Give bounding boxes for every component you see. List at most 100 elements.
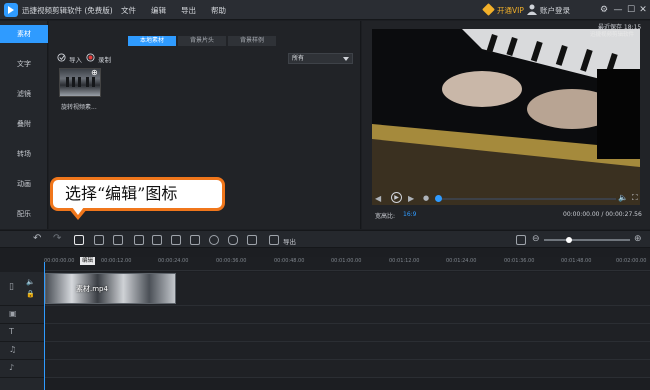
chevron-down-icon bbox=[343, 57, 349, 61]
export-button[interactable]: 导出 bbox=[283, 236, 296, 246]
track-headers: ▯ 🔈 🔒 ▣ T ♫ ♪ bbox=[0, 272, 44, 390]
voiceover-icon[interactable] bbox=[228, 235, 238, 245]
tick-label: 00:00:00.00 bbox=[44, 258, 75, 264]
voice-track-icon: ♪ bbox=[9, 363, 15, 372]
vip-crown-icon bbox=[482, 3, 495, 16]
playhead[interactable] bbox=[44, 262, 45, 390]
mosaic-icon[interactable] bbox=[152, 235, 162, 245]
sidebar: 素材 文字 滤镜 叠附 转场 动画 配乐 bbox=[0, 21, 48, 229]
menu-edit[interactable]: 编辑 bbox=[151, 5, 166, 16]
import-button[interactable]: 导入 bbox=[69, 54, 82, 64]
overlay-track-header: ▣ bbox=[0, 306, 44, 324]
voice-track[interactable] bbox=[44, 360, 650, 378]
app-logo-icon bbox=[4, 3, 18, 17]
maximize-icon[interactable]: ☐ bbox=[625, 4, 637, 16]
tick-label: 00:02:00.00 bbox=[616, 258, 647, 264]
close-icon[interactable]: ✕ bbox=[637, 4, 649, 16]
fit-timeline-icon[interactable] bbox=[516, 235, 526, 245]
time-display: 00:00:00.00 / 00:00:27.56 bbox=[563, 211, 642, 218]
duration-icon[interactable] bbox=[247, 235, 257, 245]
tick-label: 00:01:36.00 bbox=[504, 258, 535, 264]
filter-value: 所有 bbox=[292, 55, 305, 62]
menu-export[interactable]: 导出 bbox=[181, 5, 196, 16]
crop-icon[interactable] bbox=[134, 235, 144, 245]
undo-icon[interactable]: ↶ bbox=[33, 233, 41, 244]
redo-icon[interactable]: ↷ bbox=[53, 233, 61, 244]
zoom-slider-handle[interactable] bbox=[566, 237, 572, 243]
overlay-track[interactable] bbox=[44, 306, 650, 324]
edit-tooltip: 编辑 bbox=[80, 257, 96, 265]
music-track[interactable] bbox=[44, 342, 650, 360]
video-track-header: ▯ 🔈 🔒 bbox=[0, 272, 44, 306]
sidebar-item-filter[interactable]: 滤镜 bbox=[0, 85, 48, 103]
split-icon[interactable] bbox=[94, 235, 104, 245]
tick-label: 00:00:36.00 bbox=[216, 258, 247, 264]
tick-label: 00:00:48.00 bbox=[274, 258, 305, 264]
fullscreen-icon[interactable]: ⛶ bbox=[632, 193, 638, 203]
overlay-track-icon: ▣ bbox=[9, 309, 17, 318]
sidebar-item-media[interactable]: 素材 bbox=[0, 25, 48, 43]
instruction-callout: 选择“编辑”图标 bbox=[50, 177, 225, 211]
zoom-in-icon[interactable]: ⊕ bbox=[634, 234, 642, 244]
sidebar-item-music[interactable]: 配乐 bbox=[0, 205, 48, 223]
user-icon bbox=[527, 4, 537, 15]
mute-icon[interactable]: 🔈 bbox=[26, 278, 35, 286]
edit-icon[interactable] bbox=[74, 235, 84, 245]
tab-intro[interactable]: 背景片头 bbox=[178, 36, 226, 46]
prev-frame-icon[interactable]: ◀ bbox=[375, 194, 381, 203]
stop-icon[interactable]: ● bbox=[423, 194, 429, 202]
volume-icon[interactable]: 🔈 bbox=[618, 193, 628, 202]
record-icon[interactable] bbox=[86, 53, 95, 62]
tick-label: 00:01:12.00 bbox=[389, 258, 420, 264]
callout-pointer-inner bbox=[72, 207, 84, 215]
video-track-icon: ▯ bbox=[9, 282, 14, 292]
zoom-clip-icon[interactable] bbox=[171, 235, 181, 245]
sidebar-item-overlay[interactable]: 叠附 bbox=[0, 115, 48, 133]
tab-samples[interactable]: 背景样例 bbox=[228, 36, 276, 46]
menu-file[interactable]: 文件 bbox=[121, 5, 136, 16]
zoom-out-icon[interactable]: ⊖ bbox=[532, 234, 540, 244]
record-button[interactable]: 录制 bbox=[98, 54, 111, 64]
zoom-slider[interactable] bbox=[544, 239, 630, 241]
aspect-ratio-label: 宽高比: bbox=[375, 213, 396, 220]
tick-label: 00:00:12.00 bbox=[101, 258, 132, 264]
video-frame bbox=[372, 29, 640, 205]
app-title: 迅捷视频剪辑软件 (免费版) bbox=[22, 6, 113, 15]
export-icon[interactable] bbox=[269, 235, 279, 245]
play-icon[interactable]: ▶ bbox=[391, 192, 402, 203]
media-filter-select[interactable]: 所有 bbox=[288, 53, 353, 64]
sidebar-item-text[interactable]: 文字 bbox=[0, 55, 48, 73]
speed-icon[interactable] bbox=[209, 235, 219, 245]
lock-icon[interactable]: 🔒 bbox=[26, 290, 35, 298]
minimize-icon[interactable]: — bbox=[612, 4, 624, 16]
watermark-text: 迅捷视频剪辑软件 bbox=[590, 32, 635, 38]
settings-icon[interactable]: ⚙ bbox=[598, 4, 610, 16]
sidebar-item-animation[interactable]: 动画 bbox=[0, 175, 48, 193]
tick-label: 00:01:24.00 bbox=[446, 258, 477, 264]
menu-help[interactable]: 帮助 bbox=[211, 5, 226, 16]
text-track-header: T bbox=[0, 324, 44, 342]
tab-local-media[interactable]: 本地素材 bbox=[128, 36, 176, 46]
timeline-ruler[interactable]: 00:00:00.00 00:00:12.00 00:00:24.00 00:0… bbox=[44, 257, 650, 271]
video-clip[interactable]: 素材.mp4 bbox=[45, 273, 176, 304]
music-track-header: ♫ bbox=[0, 342, 44, 360]
login-button[interactable]: 账户登录 bbox=[540, 5, 570, 16]
add-to-timeline-icon[interactable]: ⊕ bbox=[91, 68, 101, 78]
video-preview[interactable] bbox=[372, 29, 640, 205]
tick-label: 00:00:24.00 bbox=[158, 258, 189, 264]
next-frame-icon[interactable]: ▶ bbox=[408, 194, 414, 203]
vip-button[interactable]: 开通VIP bbox=[497, 5, 524, 16]
sidebar-item-transition[interactable]: 转场 bbox=[0, 145, 48, 163]
aspect-ratio-value[interactable]: 16:9 bbox=[403, 211, 416, 218]
timeline-toolbar: ↶ ↷ 导出 ⊖ ⊕ bbox=[0, 230, 650, 248]
text-track[interactable] bbox=[44, 324, 650, 342]
delete-icon[interactable] bbox=[113, 235, 123, 245]
import-icon[interactable] bbox=[57, 53, 66, 62]
preview-panel: 最近保存 18:15 迅捷视频剪辑软件 ◀ ▶ ▶ ● 🔈 ⛶ 宽高比: 16: bbox=[362, 21, 650, 229]
tick-label: 00:01:00.00 bbox=[331, 258, 362, 264]
music-track-icon: ♫ bbox=[9, 345, 17, 354]
text-track-icon: T bbox=[9, 327, 14, 336]
progress-track[interactable] bbox=[438, 198, 616, 200]
freeze-icon[interactable] bbox=[190, 235, 200, 245]
progress-handle[interactable] bbox=[435, 195, 442, 202]
